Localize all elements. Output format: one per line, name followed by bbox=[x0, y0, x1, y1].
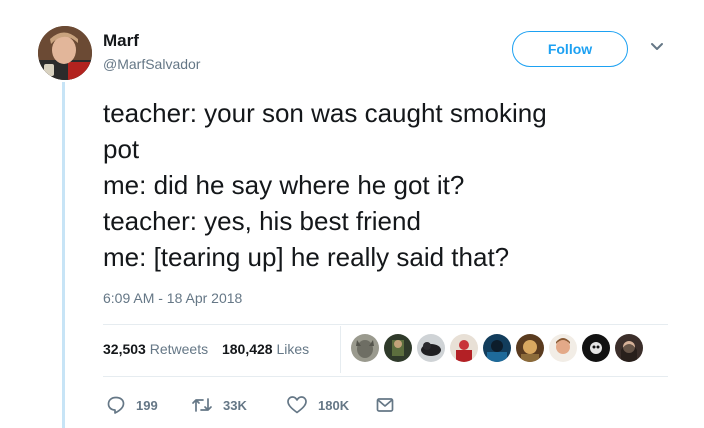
reply-icon bbox=[107, 396, 125, 414]
liker-avatar[interactable] bbox=[450, 334, 478, 362]
chevron-down-icon[interactable] bbox=[649, 41, 665, 53]
reply-button[interactable]: 199 bbox=[106, 393, 158, 417]
likes-stat[interactable]: 180,428 Likes bbox=[222, 341, 309, 357]
tweet-text: teacher: your son was caught smoking pot… bbox=[103, 98, 547, 272]
likes-label: Likes bbox=[276, 341, 310, 357]
retweet-icon bbox=[192, 398, 212, 412]
thread-line bbox=[62, 82, 65, 428]
tweet-stats: 32,503 Retweets 180,428 Likes bbox=[103, 341, 309, 357]
author-name[interactable]: Marf bbox=[103, 31, 139, 51]
liker-avatar[interactable] bbox=[516, 334, 544, 362]
retweets-stat[interactable]: 32,503 Retweets bbox=[103, 341, 208, 357]
liker-avatar[interactable] bbox=[582, 334, 610, 362]
liker-avatar[interactable] bbox=[549, 334, 577, 362]
follow-button[interactable]: Follow bbox=[512, 31, 628, 67]
divider-bottom bbox=[103, 376, 668, 377]
like-button[interactable]: 180K bbox=[286, 393, 349, 417]
direct-message-button[interactable] bbox=[375, 393, 405, 417]
author-handle[interactable]: @MarfSalvador bbox=[103, 56, 200, 72]
liker-avatar[interactable] bbox=[351, 334, 379, 362]
retweets-count: 32,503 bbox=[103, 341, 146, 357]
liker-avatar[interactable] bbox=[483, 334, 511, 362]
like-count: 180K bbox=[318, 397, 350, 413]
heart-icon bbox=[287, 396, 307, 414]
retweet-button[interactable]: 33K bbox=[191, 393, 247, 417]
liker-avatar[interactable] bbox=[384, 334, 412, 362]
avatar[interactable] bbox=[38, 26, 92, 80]
retweet-count: 33K bbox=[223, 397, 247, 413]
stats-separator bbox=[340, 326, 341, 373]
reply-count: 199 bbox=[136, 397, 158, 413]
avatar-image bbox=[38, 26, 92, 80]
liker-avatar[interactable] bbox=[417, 334, 445, 362]
message-icon bbox=[376, 398, 394, 412]
liker-avatar[interactable] bbox=[615, 334, 643, 362]
tweet-timestamp[interactable]: 6:09 AM - 18 Apr 2018 bbox=[103, 290, 242, 306]
divider-top bbox=[103, 324, 668, 325]
likes-count: 180,428 bbox=[221, 341, 273, 357]
retweets-label: Retweets bbox=[149, 341, 209, 357]
